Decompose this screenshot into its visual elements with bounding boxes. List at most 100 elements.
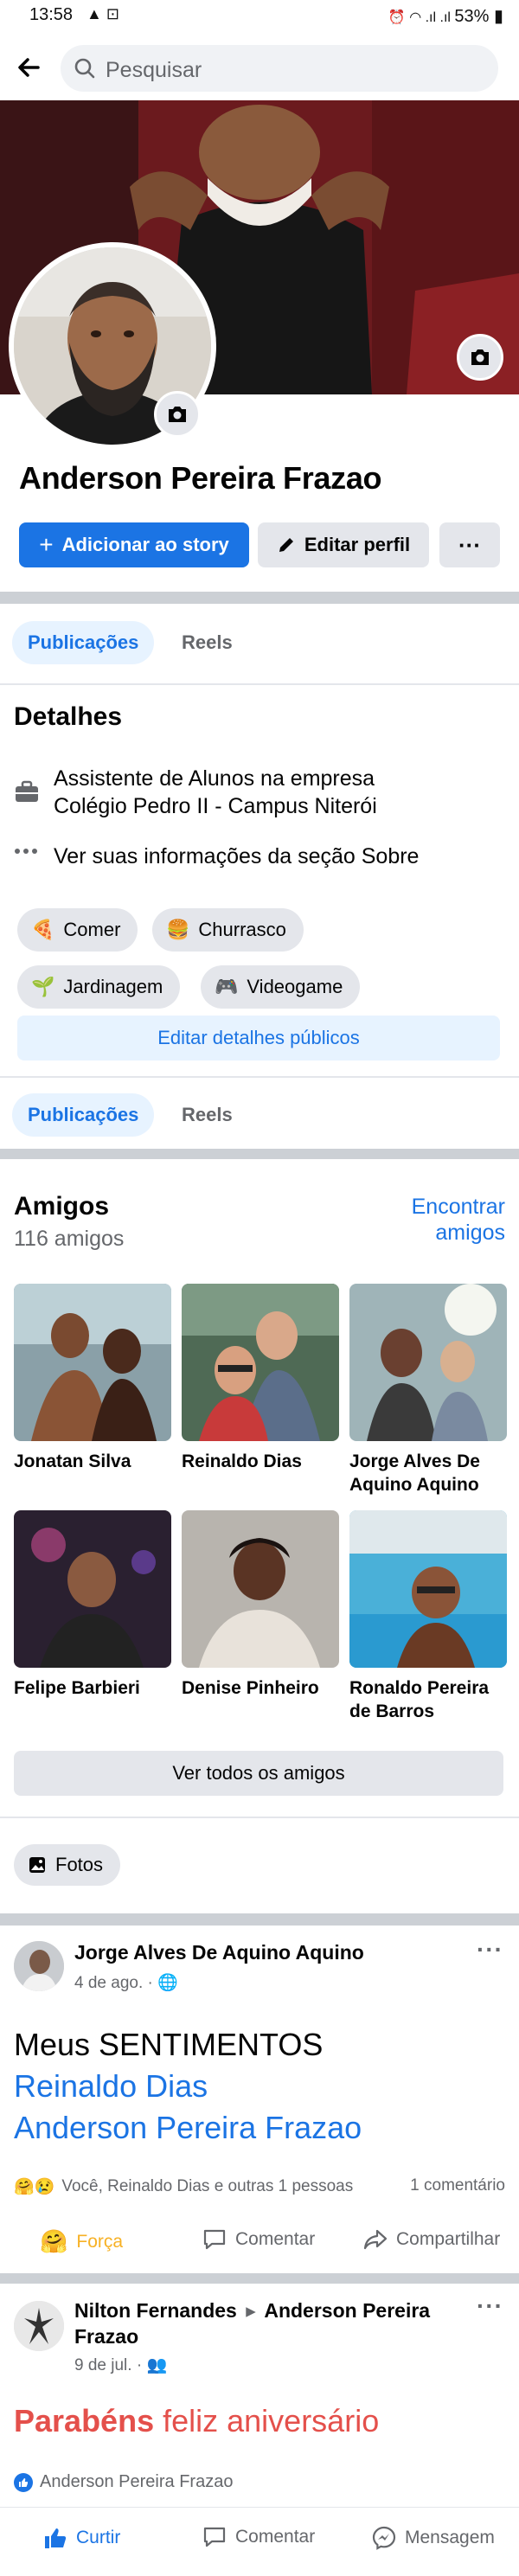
edit-profile-label: Editar perfil — [304, 534, 411, 555]
tab-publicacoes[interactable]: Publicações — [12, 1093, 155, 1137]
post-author-avatar[interactable] — [14, 2301, 64, 2351]
arrow-icon: ▸ — [246, 2299, 256, 2322]
edit-profile-button[interactable]: Editar perfil — [258, 522, 429, 567]
likes-name: Anderson Pereira Frazao — [40, 2472, 234, 2491]
post-text-rest: feliz aniversário — [163, 2403, 380, 2438]
add-story-button[interactable]: + Adicionar ao story — [19, 522, 249, 567]
post-author-line[interactable]: Nilton Fernandes ▸ Anderson Pereira Fraz… — [74, 2297, 455, 2349]
interest-chip-churrasco[interactable]: 🍔 Churrasco — [152, 908, 304, 952]
friend-name-line-1: Ronaldo Pereira — [349, 1678, 490, 1698]
friend-photo[interactable] — [182, 1510, 339, 1668]
tab-reels[interactable]: Reels — [166, 621, 248, 664]
comment-button[interactable]: Comentar — [202, 2228, 315, 2251]
share-label: Compartilhar — [396, 2229, 501, 2249]
post-text-highlight: Parabéns — [14, 2403, 155, 2438]
post-text: Meus SENTIMENTOS Reinaldo Dias Anderson … — [14, 2024, 362, 2149]
section-divider — [0, 1913, 519, 1926]
cover-camera-icon[interactable] — [457, 334, 503, 381]
avatar-camera-icon[interactable] — [154, 391, 201, 438]
post-options-icon[interactable]: ··· — [477, 2292, 503, 2320]
chip-label: Comer — [63, 919, 121, 940]
friend-name: Jorge Alves De Aquino Aquino — [349, 1450, 507, 1496]
post-date-text: 9 de jul. · — [74, 2356, 143, 2374]
post-date: 4 de ago. · 🌐 — [74, 1972, 178, 1993]
plus-icon: + — [39, 531, 54, 558]
signal-icon: ⏰ ◠ .ıl .ıl — [388, 10, 455, 25]
mention-link[interactable]: Anderson Pereira Frazao — [14, 2107, 362, 2149]
message-button[interactable]: Mensagem — [372, 2526, 495, 2550]
likes-summary[interactable]: Anderson Pereira Frazao — [14, 2472, 233, 2492]
interest-chip-comer[interactable]: 🍕 Comer — [17, 908, 138, 952]
about-link[interactable]: Ver suas informações da seção Sobre — [54, 843, 419, 870]
like-button[interactable]: Curtir — [43, 2526, 120, 2550]
friend-card[interactable]: Reinaldo Dias — [182, 1284, 339, 1473]
search-placeholder: Pesquisar — [106, 58, 202, 82]
post-author-avatar[interactable] — [14, 1941, 64, 1991]
post-text: Parabéns feliz aniversário — [14, 2403, 379, 2439]
friend-photo[interactable] — [349, 1284, 507, 1441]
reactions-summary[interactable]: 🤗😢 Você, Reinaldo Dias e outras 1 pessoa… — [14, 2176, 353, 2197]
comment-label: Comentar — [235, 2229, 316, 2249]
burger-icon: 🍔 — [166, 919, 190, 940]
tab-label: Reels — [182, 631, 233, 653]
see-all-label: Ver todos os amigos — [172, 1762, 345, 1784]
react-button[interactable]: 🤗 Força — [40, 2228, 123, 2255]
post-date: 9 de jul. · 👥 — [74, 2355, 167, 2375]
photos-button[interactable]: Fotos — [14, 1844, 121, 1886]
post-author[interactable]: Jorge Alves De Aquino Aquino — [74, 1941, 364, 1964]
friend-card[interactable]: Jorge Alves De Aquino Aquino — [349, 1284, 507, 1496]
friend-photo[interactable] — [182, 1284, 339, 1441]
search-icon — [74, 58, 95, 79]
friend-photo[interactable] — [349, 1510, 507, 1668]
friend-card[interactable]: Felipe Barbieri — [14, 1510, 171, 1700]
see-all-friends-button[interactable]: Ver todos os amigos — [14, 1751, 503, 1796]
status-time: 13:58 — [29, 5, 74, 24]
status-right: ⏰ ◠ .ıl .ıl 53% ▮ — [388, 5, 503, 27]
friend-card[interactable]: Denise Pinheiro — [182, 1510, 339, 1700]
interest-chip-jardinagem[interactable]: 🌱 Jardinagem — [17, 965, 181, 1009]
mention-link[interactable]: Reinaldo Dias — [14, 2066, 362, 2107]
reactions-text: Você, Reinaldo Dias e outras 1 pessoas — [61, 2177, 354, 2195]
tab-publicacoes[interactable]: Publicações — [12, 621, 155, 664]
friend-photo[interactable] — [14, 1284, 171, 1441]
briefcase-icon — [14, 780, 40, 809]
friend-name-line-2: de Barros — [349, 1701, 435, 1721]
friend-name-line-1: Reinaldo Dias — [182, 1451, 302, 1471]
comment-button[interactable]: Comentar — [202, 2526, 315, 2548]
find-friends-link[interactable]: Encontrar amigos — [412, 1194, 505, 1246]
post-target-line-1: Anderson Pereira — [264, 2299, 431, 2322]
comment-icon — [203, 2229, 226, 2250]
pencil-icon — [279, 538, 293, 552]
details-title: Detalhes — [14, 702, 123, 731]
friend-card[interactable]: Ronaldo Pereira de Barros — [349, 1510, 507, 1723]
reaction-icons: 🤗😢 — [14, 2178, 55, 2196]
add-story-label: Adicionar ao story — [61, 534, 229, 555]
comments-count[interactable]: 1 comentário — [410, 2176, 505, 2195]
care-reaction-icon: 🤗 — [40, 2228, 68, 2254]
friend-name: Ronaldo Pereira de Barros — [349, 1676, 507, 1723]
friend-card[interactable]: Jonatan Silva — [14, 1284, 171, 1473]
post-options-icon[interactable]: ··· — [477, 1936, 503, 1964]
more-dots-icon — [14, 844, 38, 860]
friends-count: 116 amigos — [14, 1227, 125, 1251]
pizza-icon: 🍕 — [31, 919, 55, 940]
back-arrow-icon[interactable] — [12, 50, 47, 85]
edit-public-label: Editar detalhes públicos — [157, 1027, 360, 1048]
friend-name: Jonatan Silva — [14, 1450, 171, 1473]
more-options-button[interactable]: ··· — [439, 522, 500, 567]
interest-chip-videogame[interactable]: 🎮 Videogame — [201, 965, 361, 1009]
friend-name-line-1: Jorge Alves De — [349, 1451, 480, 1471]
comment-icon — [203, 2527, 226, 2547]
share-button[interactable]: Compartilhar — [363, 2228, 500, 2251]
search-input[interactable]: Pesquisar — [61, 45, 498, 92]
edit-public-details-button[interactable]: Editar detalhes públicos — [17, 1016, 500, 1061]
like-reaction-icon — [14, 2472, 33, 2492]
more-dots-icon: ··· — [458, 531, 481, 558]
divider-line — [0, 1817, 519, 1818]
tab-reels[interactable]: Reels — [166, 1093, 248, 1137]
photo-icon — [29, 1857, 45, 1873]
share-icon — [363, 2229, 388, 2250]
message-label: Mensagem — [405, 2528, 495, 2547]
section-divider — [0, 592, 519, 604]
friend-photo[interactable] — [14, 1510, 171, 1668]
